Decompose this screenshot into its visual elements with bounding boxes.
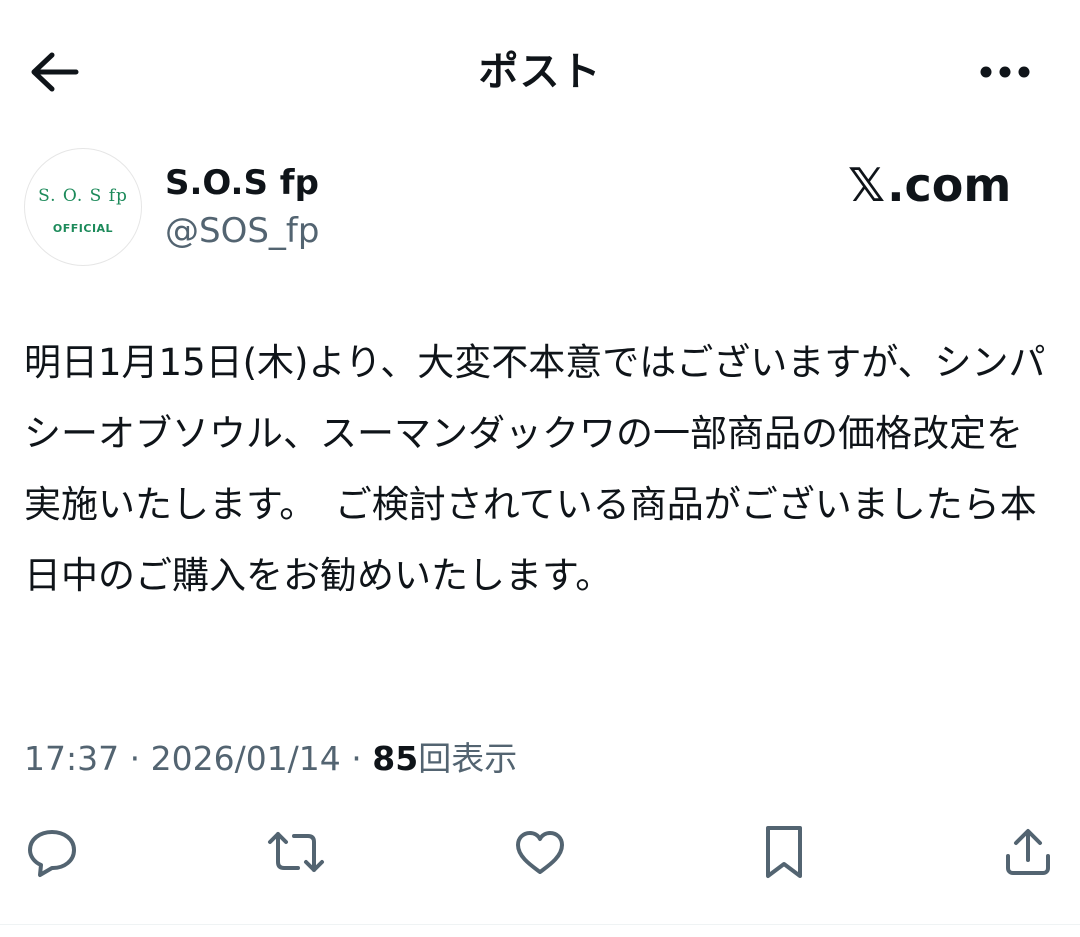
views-label[interactable]: 回表示 (418, 739, 517, 778)
views-count[interactable]: 85 (372, 739, 418, 778)
share-button[interactable] (996, 820, 1060, 884)
x-com-watermark: 𝕏 .com (848, 152, 1011, 218)
page-title: ポスト (478, 49, 602, 95)
post-time[interactable]: 17:37 (24, 739, 119, 778)
avatar-logo-text: S. O. S fp (38, 185, 128, 206)
author-handle[interactable]: @SOS_fp (165, 208, 319, 254)
post-meta: 17:37 · 2026/01/14 · 85回表示 (24, 734, 517, 784)
avatar[interactable]: S. O. S fp OFFICIAL (24, 148, 142, 266)
like-button[interactable] (508, 820, 572, 884)
more-options-button[interactable] (970, 44, 1040, 100)
more-horizontal-icon (980, 66, 1030, 78)
repost-button[interactable] (264, 820, 328, 884)
reply-icon (28, 830, 76, 877)
post-body: 明日1月15日(木)より、大変不本意ではございますが、シンパシーオブソウル、スー… (24, 341, 1046, 597)
watermark-text: .com (887, 158, 1012, 212)
meta-separator: · (119, 739, 151, 778)
bookmark-button[interactable] (752, 820, 816, 884)
repost-icon (268, 832, 324, 872)
heart-icon (516, 831, 564, 874)
action-bar (0, 820, 1080, 884)
share-icon (1006, 829, 1050, 875)
avatar-logo-subtext: OFFICIAL (52, 221, 114, 235)
x-logo-icon: 𝕏 (848, 158, 886, 212)
top-bar: ポスト (0, 0, 1080, 140)
bookmark-icon (766, 826, 802, 878)
meta-separator: · (340, 739, 373, 778)
reply-button[interactable] (20, 820, 84, 884)
post-date[interactable]: 2026/01/14 (151, 739, 341, 778)
author-display-name[interactable]: S.O.S fp (165, 160, 319, 206)
bottom-divider (0, 924, 1080, 925)
